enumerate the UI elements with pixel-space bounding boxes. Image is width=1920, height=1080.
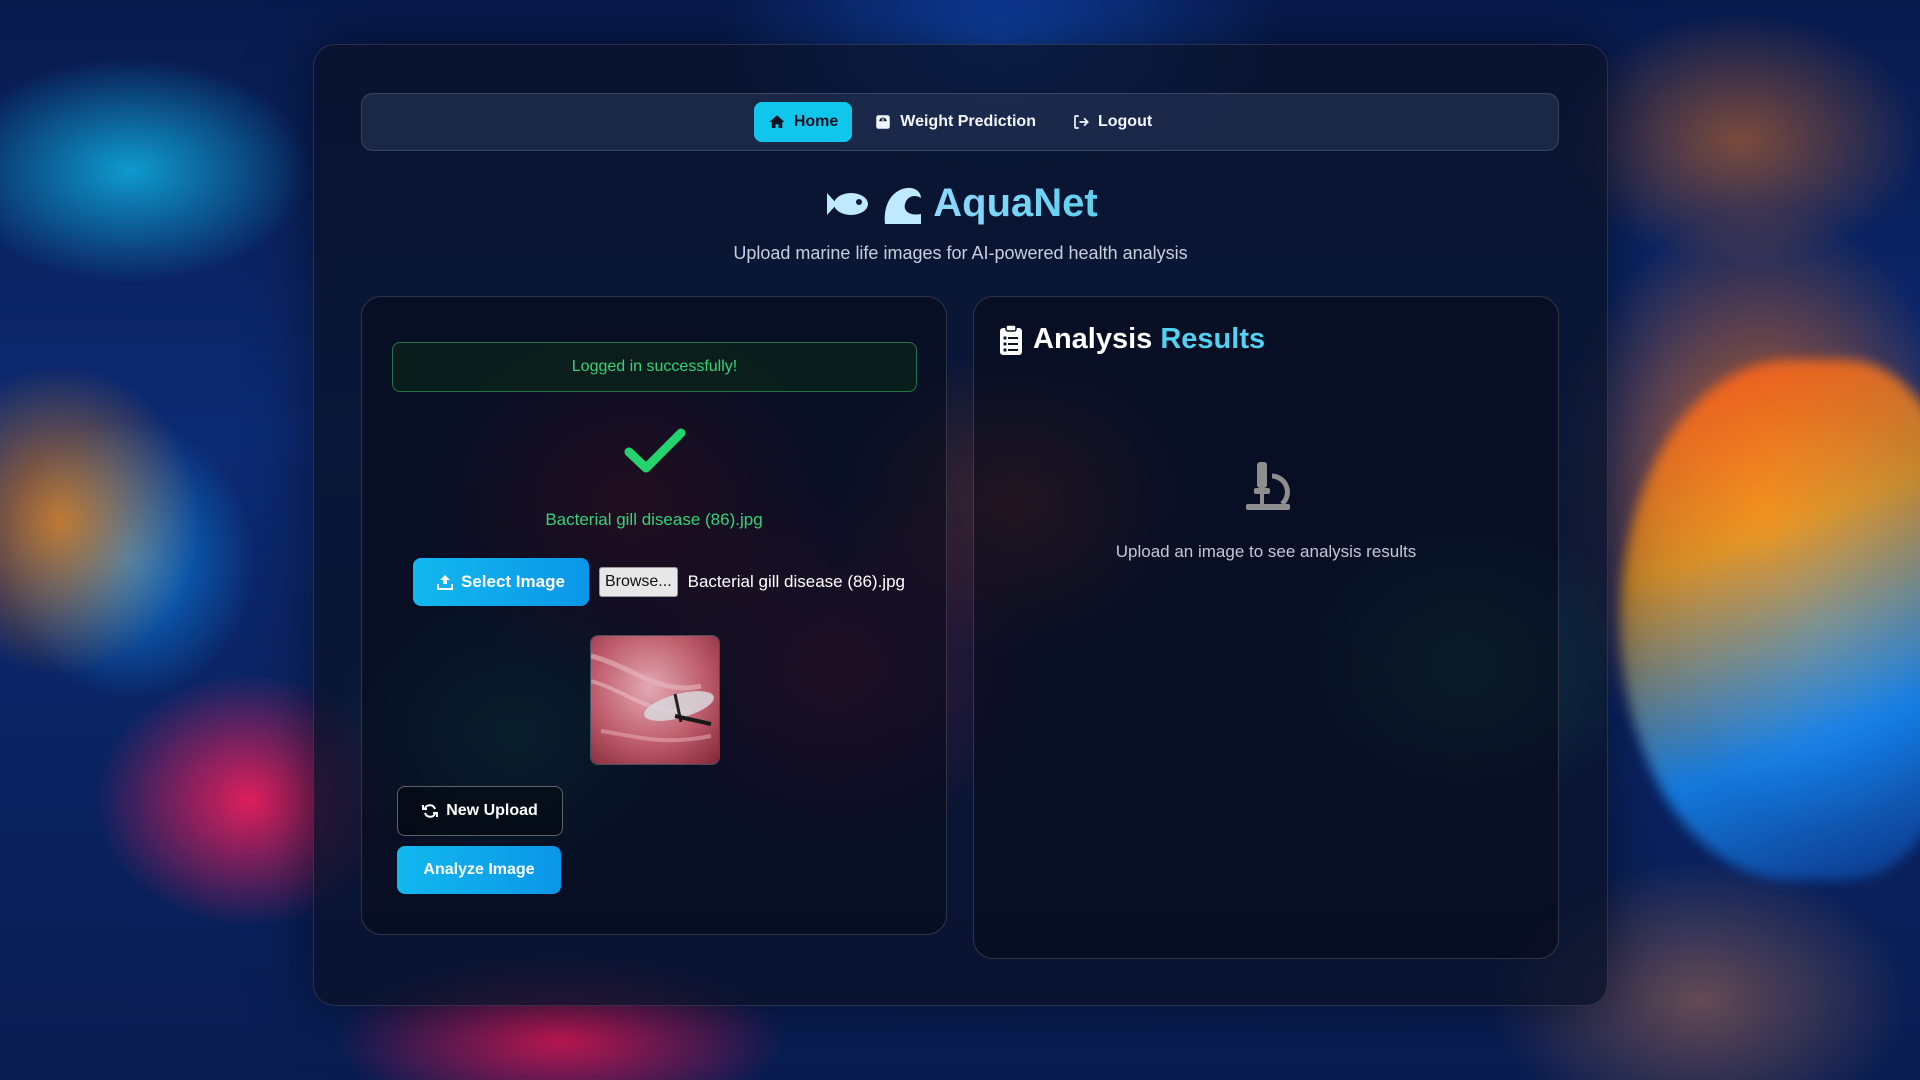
wave-icon: [884, 187, 922, 224]
results-title-part1: Analysis: [1033, 323, 1153, 355]
image-preview: [590, 635, 720, 765]
upload-icon: [437, 575, 453, 590]
weight-icon: [876, 115, 891, 129]
logout-icon: [1074, 115, 1089, 129]
nav-home[interactable]: Home: [753, 102, 853, 142]
background-fish: [1620, 360, 1920, 880]
results-header: Analysis Results: [999, 323, 1265, 356]
home-icon: [769, 115, 785, 128]
upload-controls: Select Image Browse... Bacterial gill di…: [413, 558, 905, 606]
success-alert: Logged in successfully!: [392, 342, 917, 392]
microscope-icon: [1246, 462, 1290, 510]
nav-logout[interactable]: Logout: [1058, 102, 1166, 142]
analyze-image-button[interactable]: Analyze Image: [397, 846, 561, 894]
app-subtitle: Upload marine life images for AI-powered…: [733, 243, 1188, 263]
brand-header: AquaNet: [314, 181, 1607, 226]
nav-weight-label: Weight Prediction: [900, 113, 1036, 130]
refresh-icon: [422, 804, 439, 818]
file-input-value: Bacterial gill disease (86).jpg: [687, 572, 905, 591]
nav-logout-label: Logout: [1097, 113, 1153, 130]
main-container: Home Weight Prediction Logout AquaNet Up…: [313, 44, 1608, 1006]
upload-panel: Logged in successfully! Bacterial gill d…: [361, 296, 947, 935]
select-image-button[interactable]: Select Image: [413, 558, 589, 606]
nav-weight-prediction[interactable]: Weight Prediction: [860, 102, 1050, 142]
clipboard-icon: [1000, 323, 1022, 355]
select-image-label: Select Image: [461, 572, 565, 591]
checkmark-icon: [624, 428, 686, 473]
fish-gill-image: [591, 636, 719, 764]
browse-button[interactable]: Browse...: [598, 567, 678, 597]
selected-filename: Bacterial gill disease (86).jpg: [545, 510, 763, 529]
new-upload-button[interactable]: New Upload: [397, 786, 563, 836]
results-empty-message: Upload an image to see analysis results: [1115, 542, 1417, 561]
results-panel: Analysis Results Upload an image to see …: [973, 296, 1559, 959]
new-upload-label: New Upload: [446, 802, 538, 819]
app-title: AquaNet: [933, 181, 1098, 225]
navbar: Home Weight Prediction Logout: [361, 93, 1559, 151]
nav-home-label: Home: [793, 113, 839, 130]
fish-icon: [827, 192, 869, 215]
results-title: Analysis Results: [1033, 323, 1265, 356]
results-title-part2: Results: [1160, 323, 1266, 355]
